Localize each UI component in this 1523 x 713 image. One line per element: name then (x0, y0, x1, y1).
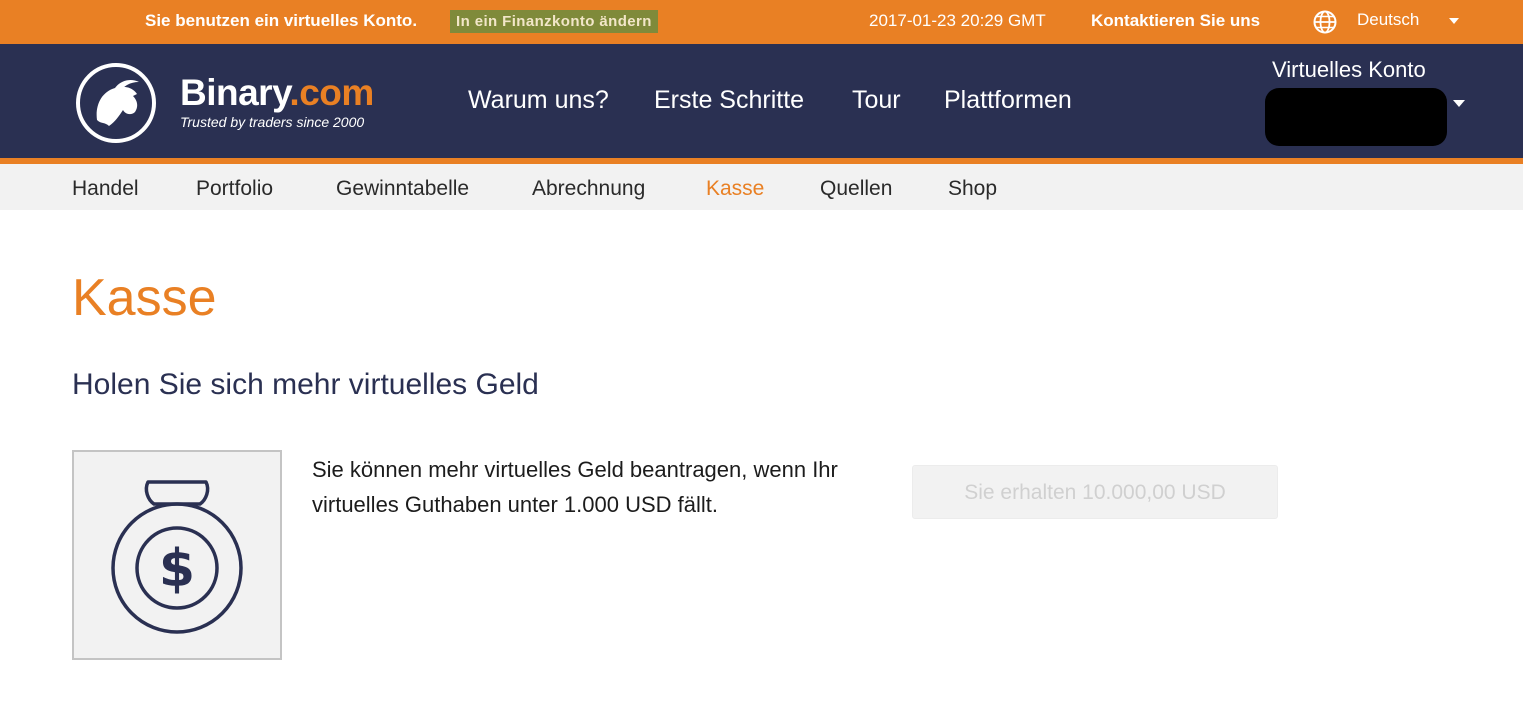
account-id-redacted (1265, 88, 1447, 146)
money-bag-illustration: $ (72, 450, 282, 660)
nav-tour[interactable]: Tour (852, 86, 901, 115)
subnav-item-quellen[interactable]: Quellen (820, 177, 892, 201)
section-heading: Holen Sie sich mehr virtuelles Geld (72, 368, 539, 401)
subnav-item-handel[interactable]: Handel (72, 177, 139, 201)
subnav-item-portfolio[interactable]: Portfolio (196, 177, 273, 201)
brand-tagline: Trusted by traders since 2000 (180, 114, 365, 130)
switch-to-real-account-button[interactable]: In ein Finanzkonto ändern (450, 10, 658, 33)
chevron-down-icon[interactable] (1453, 100, 1465, 107)
subnav-item-abrechnung[interactable]: Abrechnung (532, 177, 645, 201)
money-bag-icon: $ (111, 480, 243, 634)
brand-name-suffix: .com (289, 72, 374, 113)
contact-us-link[interactable]: Kontaktieren Sie uns (1091, 11, 1260, 31)
subnav-item-kasse[interactable]: Kasse (706, 177, 764, 201)
sub-navigation: Handel Portfolio Gewinntabelle Abrechnun… (0, 164, 1523, 210)
brand-name[interactable]: Binary.com (180, 72, 374, 114)
nav-warum-uns[interactable]: Warum uns? (468, 86, 609, 115)
virtual-account-message: Sie benutzen ein virtuelles Konto. (145, 11, 418, 30)
page-title: Kasse (72, 269, 217, 327)
subnav-item-shop[interactable]: Shop (948, 177, 997, 201)
top-notification-bar: Sie benutzen ein virtuelles Konto. In ei… (0, 0, 1523, 44)
account-type-label[interactable]: Virtuelles Konto (1272, 57, 1426, 83)
nav-plattformen[interactable]: Plattformen (944, 86, 1072, 115)
brand-name-main: Binary (180, 72, 290, 113)
server-time: 2017-01-23 20:29 GMT (869, 11, 1046, 30)
chevron-down-icon (1449, 18, 1459, 24)
nav-erste-schritte[interactable]: Erste Schritte (654, 86, 804, 115)
bull-logo-icon[interactable] (75, 62, 157, 144)
subnav-item-gewinntabelle[interactable]: Gewinntabelle (336, 177, 469, 201)
svg-text:$: $ (159, 539, 195, 599)
language-label: Deutsch (1357, 10, 1420, 29)
main-header: Binary.com Trusted by traders since 2000… (0, 44, 1523, 164)
virtual-money-description: Sie können mehr virtuelles Geld beantrag… (312, 457, 838, 517)
get-virtual-money-button[interactable]: Sie erhalten 10.000,00 USD (912, 465, 1278, 519)
globe-icon (1313, 10, 1337, 34)
